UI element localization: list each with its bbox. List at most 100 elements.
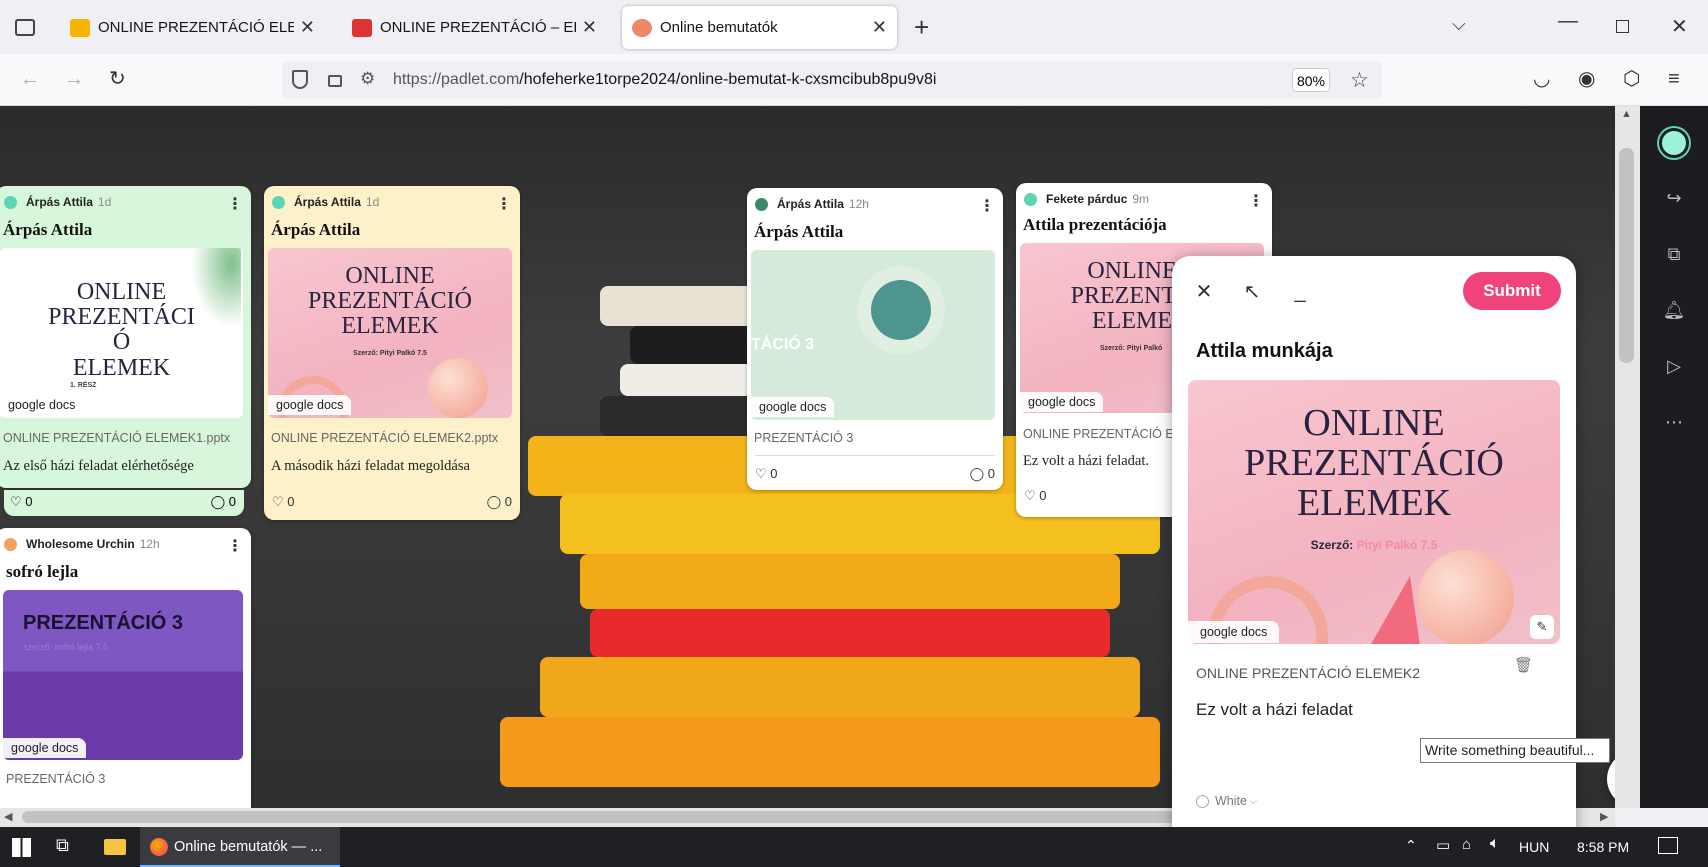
attachment-preview[interactable]: ONLINE PREZENTÁCIÓ ELEMEK Szerző: Pityi …: [1188, 380, 1560, 644]
comment-icon[interactable]: ◯ 0: [211, 494, 236, 510]
clock[interactable]: 8:58 PM: [1577, 839, 1629, 855]
task-view-icon[interactable]: ⧉: [56, 835, 69, 856]
sphere-decoration-icon: [428, 358, 488, 418]
post-menu-icon[interactable]: ⋮: [227, 194, 243, 214]
url-host: https://padlet.com: [393, 71, 520, 88]
attachment-thumbnail[interactable]: ONLINE PREZENTÁCI Ó ELEMEK 1. RÉSZ: [0, 248, 243, 418]
attachment-filename[interactable]: ONLINE PREZENTÁCIÓ ELEMEK2.pptx: [271, 431, 498, 445]
tab-1[interactable]: ONLINE PREZENTÁCIÓ ELEMEK ✕: [60, 6, 325, 49]
close-window-icon[interactable]: ✕: [1671, 14, 1688, 39]
expand-editor-icon[interactable]: ↖: [1234, 274, 1270, 310]
post-title-input[interactable]: Attila munkája: [1196, 340, 1333, 363]
reload-icon[interactable]: ↻: [109, 68, 126, 90]
extensions-icon[interactable]: ⬡: [1623, 68, 1640, 90]
close-tab-icon[interactable]: ✕: [582, 17, 597, 38]
permissions-icon[interactable]: ⚙: [360, 69, 375, 89]
edit-attachment-icon[interactable]: ✎: [1530, 615, 1554, 639]
post-author: Árpás Attila 1d: [4, 195, 111, 209]
post-menu-icon[interactable]: ⋮: [979, 196, 995, 216]
thumb-line: PREZENTÁCIÓ 3: [23, 612, 184, 634]
account-icon[interactable]: ◉: [1578, 68, 1595, 90]
post-footer: ♡ 0 ◯ 0: [272, 492, 512, 514]
avatar: [4, 195, 17, 209]
menu-icon[interactable]: ≡: [1668, 68, 1680, 90]
thumb-author-grade: 7.5: [1420, 538, 1438, 552]
tab-list-chevron-icon[interactable]: ⌵: [1452, 14, 1466, 35]
shield-icon[interactable]: [292, 70, 308, 89]
scroll-right-icon[interactable]: ▶: [1600, 810, 1608, 823]
attachment-filename[interactable]: ONLINE PREZENTÁCIÓ E: [1023, 427, 1174, 441]
address-bar[interactable]: ⚙ https://padlet.com/hofeherke1torpe2024…: [282, 61, 1382, 99]
taskbar-firefox-app[interactable]: Online bemutatók — ...: [140, 827, 340, 867]
wifi-icon[interactable]: ⌂: [1462, 836, 1471, 853]
chevron-down-icon: ⌵: [1249, 795, 1257, 806]
back-icon[interactable]: ←: [20, 68, 40, 90]
attachment-thumbnail[interactable]: TÁCIÓ 3: [751, 250, 995, 420]
tab-2[interactable]: ONLINE PREZENTÁCIÓ – ELEMEK ✕: [342, 6, 607, 49]
attachment-thumbnail[interactable]: ONLINE PREZENTÁCIÓ ELEMEK Szerző: Pityi …: [268, 248, 512, 418]
vertical-scrollbar[interactable]: ▲: [1615, 106, 1640, 808]
close-editor-icon[interactable]: ✕: [1186, 274, 1222, 310]
like-heart-icon[interactable]: ♡ 0: [1024, 488, 1047, 504]
attachment-type-tag: google docs: [3, 738, 87, 758]
tab-overview-icon[interactable]: [15, 19, 35, 36]
post-age: 1d: [365, 195, 380, 209]
new-tab-icon[interactable]: +: [914, 12, 929, 43]
scroll-thumb[interactable]: [1619, 148, 1634, 363]
delete-attachment-icon[interactable]: 🗑︎: [1514, 656, 1533, 674]
show-hidden-icons-icon[interactable]: ⌃: [1405, 837, 1417, 854]
minimize-icon[interactable]: —: [1558, 10, 1578, 33]
url-text[interactable]: https://padlet.com/hofeherke1torpe2024/o…: [393, 71, 936, 89]
post-card[interactable]: Árpás Attila 1d ⋮ Árpás Attila ONLINE PRE…: [0, 186, 251, 488]
like-heart-icon[interactable]: ♡ 0: [755, 466, 778, 482]
file-explorer-icon[interactable]: [104, 839, 126, 855]
lock-icon[interactable]: [328, 75, 342, 87]
post-card[interactable]: Wholesome Urchin 12h ⋮ sofró lejla PREZEN…: [0, 528, 251, 808]
submit-button[interactable]: Submit: [1463, 272, 1561, 310]
close-tab-icon[interactable]: ✕: [872, 17, 887, 38]
scroll-left-icon[interactable]: ◀: [4, 810, 12, 823]
attachment-filename[interactable]: PREZENTÁCIÓ 3: [754, 431, 853, 445]
like-heart-icon[interactable]: ♡ 0: [10, 494, 33, 510]
forward-icon[interactable]: →: [64, 68, 84, 90]
color-picker[interactable]: White ⌵: [1196, 794, 1257, 808]
network-icon[interactable]: ▭: [1436, 836, 1450, 854]
restore-icon[interactable]: [1616, 20, 1629, 33]
slideshow-play-icon[interactable]: ▷: [1662, 354, 1686, 378]
comment-icon[interactable]: ◯ 0: [487, 494, 512, 510]
comment-icon[interactable]: ◯ 0: [970, 466, 995, 482]
attachment-filename[interactable]: ONLINE PREZENTÁCIÓ ELEMEK2: [1196, 665, 1420, 681]
attachment-filename[interactable]: ONLINE PREZENTÁCIÓ ELEMEK1.pptx: [3, 431, 230, 445]
attachment-filename[interactable]: PREZENTÁCIÓ 3: [6, 772, 105, 786]
thumb-line: ELEMEK: [72, 354, 171, 381]
firefox-icon: [150, 838, 168, 856]
more-options-icon[interactable]: ⋯: [1662, 410, 1686, 434]
language-indicator[interactable]: HUN: [1519, 839, 1549, 855]
attachment-thumbnail[interactable]: PREZENTÁCIÓ 3 szerző: sofró lejla 7.5: [3, 590, 243, 760]
notifications-bell-icon[interactable]: 🔔︎: [1662, 298, 1686, 322]
windows-start-icon[interactable]: [12, 838, 31, 857]
volume-icon[interactable]: 🔈︎: [1490, 835, 1500, 853]
author-name: Wholesome Urchin: [26, 537, 135, 551]
notifications-icon[interactable]: [1658, 837, 1678, 854]
zoom-level[interactable]: 80%: [1292, 68, 1330, 92]
share-icon[interactable]: ↪: [1662, 186, 1686, 210]
post-menu-icon[interactable]: ⋮: [496, 194, 512, 214]
post-menu-icon[interactable]: ⋮: [1248, 191, 1264, 211]
post-menu-icon[interactable]: ⋮: [227, 536, 243, 556]
post-card[interactable]: Árpás Attila 1d ⋮ Árpás Attila ONLINE PRE…: [264, 186, 520, 520]
bookmark-star-icon[interactable]: ☆: [1350, 68, 1369, 93]
pocket-icon[interactable]: ◡: [1533, 68, 1550, 90]
like-heart-icon[interactable]: ♡ 0: [272, 494, 295, 510]
thumb-author-label: Szerző:: [1310, 538, 1354, 552]
post-body-input[interactable]: Ez volt a házi feladat: [1196, 700, 1353, 720]
tab-3-active[interactable]: Online bemutatók ✕: [622, 6, 897, 49]
scroll-up-icon[interactable]: ▲: [1621, 108, 1632, 120]
post-card[interactable]: Árpás Attila 12h ⋮ Árpás Attila TÁCIÓ 3 g…: [747, 188, 1003, 490]
user-avatar[interactable]: [1659, 128, 1689, 158]
avatar: [4, 537, 17, 551]
remake-icon[interactable]: ⧉: [1662, 242, 1686, 266]
close-tab-icon[interactable]: ✕: [300, 17, 315, 38]
author-name: Árpás Attila: [26, 195, 93, 209]
minimize-editor-icon[interactable]: _: [1282, 274, 1318, 310]
